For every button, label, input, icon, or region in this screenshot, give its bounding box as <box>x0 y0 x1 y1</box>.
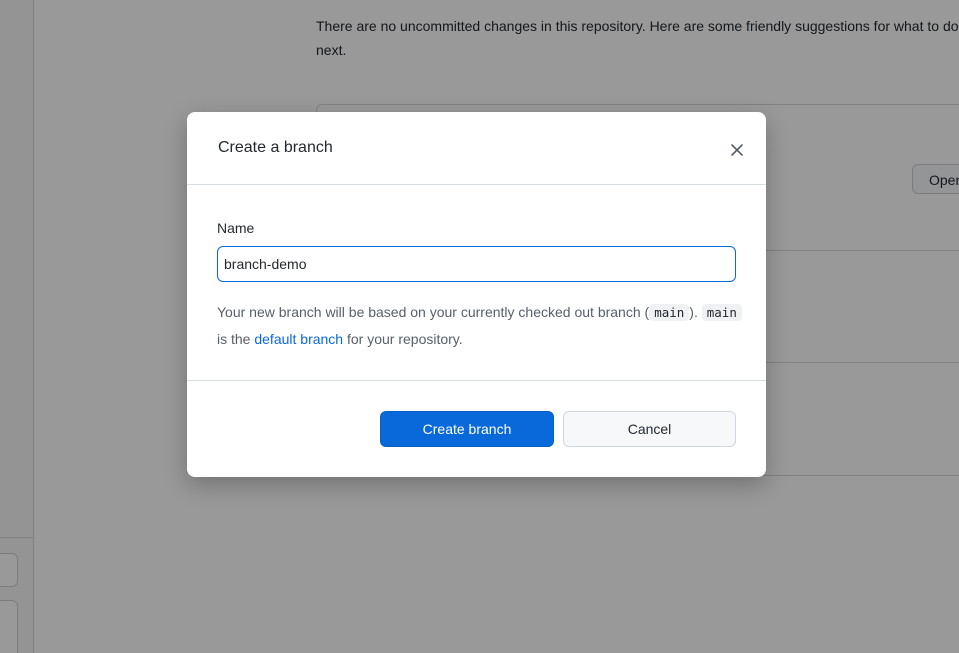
close-icon[interactable] <box>725 138 749 162</box>
dialog-title: Create a branch <box>218 139 333 156</box>
name-label: Name <box>217 220 255 236</box>
default-branch-code: main <box>701 304 742 321</box>
cancel-button[interactable]: Cancel <box>563 411 736 447</box>
help-text-part: is the <box>217 331 255 347</box>
create-branch-button[interactable]: Create branch <box>380 411 554 447</box>
help-text-part: for your repository. <box>343 331 463 347</box>
default-branch-link[interactable]: default branch <box>254 331 343 347</box>
current-branch-code: main <box>649 304 690 321</box>
create-branch-dialog: Create a branch Name Your new branch wil… <box>187 112 766 477</box>
help-text-part: ). <box>689 304 702 320</box>
branch-help-text: Your new branch will be based on your cu… <box>217 299 747 352</box>
dialog-header: Create a branch <box>187 112 766 185</box>
branch-name-input[interactable] <box>217 246 736 282</box>
dialog-footer: Create branch Cancel <box>187 380 766 477</box>
help-text-part: Your new branch will be based on your cu… <box>217 304 650 320</box>
